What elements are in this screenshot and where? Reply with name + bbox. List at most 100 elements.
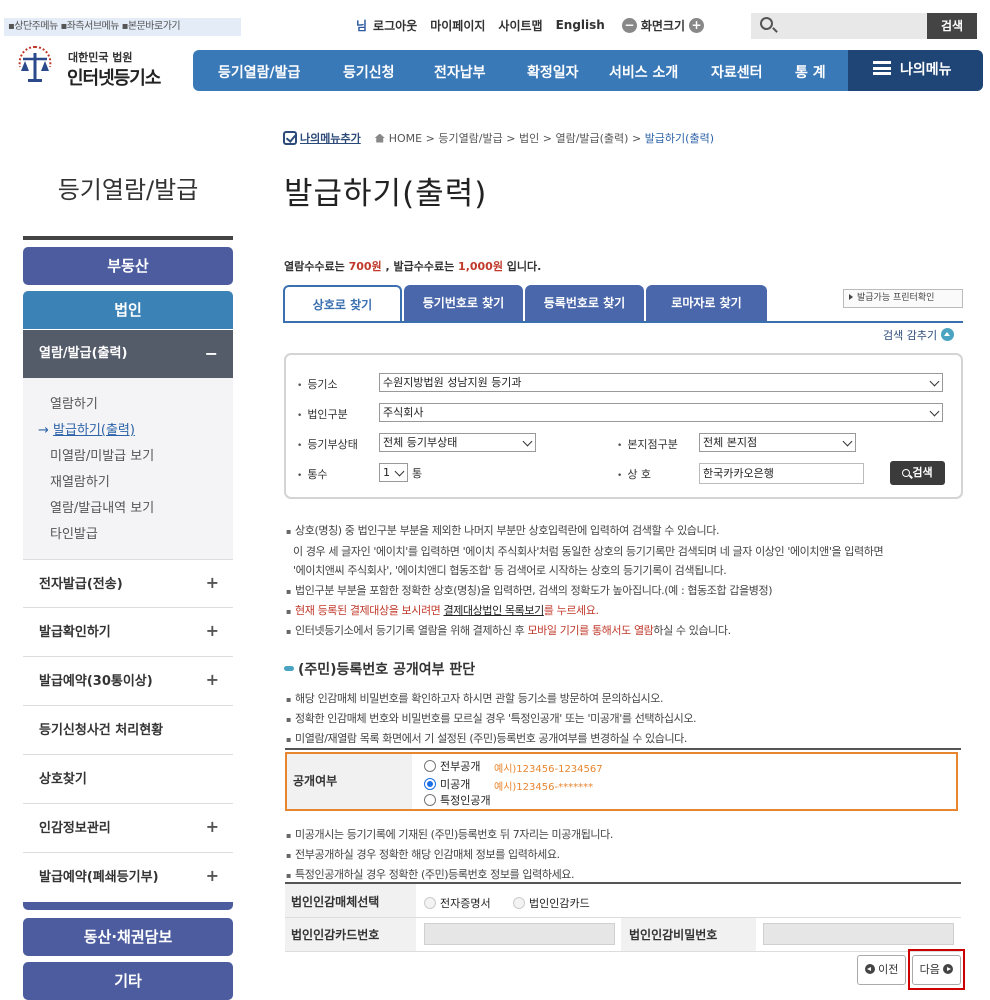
skip-navigation[interactable]: ▪상단주메뉴 ▪좌측서브메뉴 ▪본문바로가기 xyxy=(4,18,241,36)
search-icon xyxy=(902,469,911,477)
tab-reg-no[interactable]: 등록번호로 찾기 xyxy=(525,285,644,322)
note-3-pre: 현재 등록된 결제대상을 보시려면 xyxy=(295,604,444,617)
card-no-input[interactable] xyxy=(424,923,615,945)
section-bullet-icon xyxy=(284,666,294,671)
fee-post: 입니다. xyxy=(502,260,542,273)
corp-type-label: 법인구분 xyxy=(297,406,347,422)
expand-icon: + xyxy=(205,670,219,689)
seal-media-label: 법인인감매체선택 xyxy=(291,895,380,909)
submenu-unviewed[interactable]: 미열람/미발급 보기 xyxy=(50,445,154,464)
gnb-item-statistics[interactable]: 통 계 xyxy=(795,62,826,82)
crumb-level2[interactable]: 법인 xyxy=(519,130,539,146)
crumb-home[interactable]: HOME xyxy=(389,132,422,145)
expand-icon: + xyxy=(205,817,219,836)
radio-undisclosed[interactable]: 미공개 xyxy=(424,776,470,792)
arrow-right-icon xyxy=(849,294,853,300)
submenu-other-issue[interactable]: 타인발급 xyxy=(50,523,98,542)
form-search-label: 검색 xyxy=(912,466,933,479)
left-nav-closed-reserve[interactable]: 발급예약(폐쇄등기부) + xyxy=(23,853,233,902)
search-button[interactable]: 검색 xyxy=(927,13,977,39)
branch-select[interactable]: 전체 본지점 xyxy=(699,433,856,452)
status-label: 등기부상태 xyxy=(297,436,358,452)
gnb-item-data-center[interactable]: 자료센터 xyxy=(711,62,763,82)
submenu-history[interactable]: 열람/발급내역 보기 xyxy=(50,497,154,516)
corp-type-select[interactable]: 주식회사 xyxy=(379,403,943,422)
radio-specific[interactable]: 특정인공개 xyxy=(424,792,491,808)
submenu-view[interactable]: 열람하기 xyxy=(50,393,98,412)
disclosure-section-title: (주민)등록번호 공개여부 판단 xyxy=(284,659,475,679)
logo-site-name[interactable]: 인터넷등기소 xyxy=(67,64,161,90)
zoom-out-icon[interactable]: − xyxy=(621,17,637,33)
gnb-item-view-issue[interactable]: 등기열람/발급 xyxy=(218,62,300,82)
registry-select[interactable]: 수원지방법원 성남지원 등기과 xyxy=(379,373,943,392)
main-navigation: 등기열람/발급 등기신청 전자납부 확정일자 서비스 소개 자료센터 통 계 xyxy=(193,50,848,91)
left-nav-reserve[interactable]: 발급예약(30통이상) + xyxy=(23,657,233,706)
search-input[interactable] xyxy=(751,13,927,39)
hide-search-toggle[interactable]: 검색 감추기 xyxy=(883,327,955,343)
tab-registry-no[interactable]: 등기번호로 찾기 xyxy=(404,285,523,322)
radio-disclose-all[interactable]: 전부공개 xyxy=(424,758,480,774)
arrow-left-icon xyxy=(864,964,875,974)
left-nav-etc[interactable]: 기타 xyxy=(23,962,233,1000)
chevron-up-icon xyxy=(941,328,955,341)
english-link[interactable]: English xyxy=(556,18,605,32)
left-title-divider xyxy=(23,236,233,240)
gnb-item-service[interactable]: 서비스 소개 xyxy=(609,62,678,82)
left-nav-seal-info[interactable]: 인감정보관리 + xyxy=(23,804,233,853)
radio-seal-card[interactable]: 법인인감카드 xyxy=(513,895,590,911)
left-nav-movable[interactable]: 동산·채권담보 xyxy=(23,918,233,956)
disclosure-after-2: 전부공개하실 경우 정확한 해당 인감매체 정보를 입력하세요. xyxy=(286,846,560,862)
radio-e-cert[interactable]: 전자증명서 xyxy=(424,895,491,911)
corp-type-value: 주식회사 xyxy=(383,406,424,419)
crumb-level1[interactable]: 등기열람/발급 xyxy=(438,130,502,146)
left-nav-corp[interactable]: 법인 xyxy=(23,291,233,329)
add-my-menu-link[interactable]: 나의메뉴추가 xyxy=(300,130,361,146)
left-nav-name-search[interactable]: 상호찾기 xyxy=(23,755,233,804)
zoom-in-icon[interactable]: + xyxy=(689,17,705,33)
left-nav-e-issue[interactable]: 전자발급(전송) + xyxy=(23,559,233,608)
example-none: 예시)123456-******* xyxy=(494,782,594,793)
next-button[interactable]: 다음 xyxy=(912,955,961,985)
sitemap-link[interactable]: 사이트맵 xyxy=(498,17,542,34)
corp-menu-bottom xyxy=(23,902,233,910)
printer-check-label: 발급가능 프린터확인 xyxy=(857,293,935,303)
submenu-review[interactable]: 재열람하기 xyxy=(50,471,110,490)
left-nav-case-status[interactable]: 등기신청사건 처리현황 xyxy=(23,706,233,755)
left-nav-realestate[interactable]: 부동산 xyxy=(23,247,233,285)
my-menu-button[interactable]: 나의메뉴 xyxy=(848,50,983,91)
left-subhead-view-issue[interactable]: 열람/발급(출력) − xyxy=(23,330,233,378)
court-logo-icon[interactable] xyxy=(12,41,58,87)
subhead-label: 열람/발급(출력) xyxy=(39,346,128,361)
disclosure-after-3: 특정인공개하실 경우 정확한 (주민)등록번호 정보를 입력하세요. xyxy=(286,866,574,882)
radio-icon xyxy=(424,760,436,772)
logout-link[interactable]: 로그아웃 xyxy=(373,17,417,34)
pw-input[interactable] xyxy=(763,923,954,945)
prev-button[interactable]: 이전 xyxy=(857,955,906,985)
tab-roman[interactable]: 로마자로 찾기 xyxy=(646,285,767,322)
disclosure-label: 공개여부 xyxy=(287,754,412,809)
radio-undisclosed-label: 미공개 xyxy=(440,778,471,791)
status-select[interactable]: 전체 등기부상태 xyxy=(379,433,536,452)
nav-label: 발급확인하기 xyxy=(39,625,111,640)
radio-icon xyxy=(424,794,436,806)
gnb-item-fixed-date[interactable]: 확정일자 xyxy=(527,62,579,82)
crumb-level3[interactable]: 열람/발급(출력) xyxy=(555,130,628,146)
count-select[interactable]: 1 xyxy=(379,463,408,482)
form-search-button[interactable]: 검색 xyxy=(890,461,945,485)
payment-target-list-link[interactable]: 결제대상법인 목록보기 xyxy=(444,604,545,617)
tab-name-search[interactable]: 상호로 찾기 xyxy=(283,285,402,323)
branch-label: 본지점구분 xyxy=(617,436,678,452)
radio-disabled-icon xyxy=(513,897,525,909)
submenu-issue-current[interactable]: → 발급하기(출력) xyxy=(38,419,135,438)
disclosure-title-label: (주민)등록번호 공개여부 판단 xyxy=(298,662,476,678)
printer-check-button[interactable]: 발급가능 프린터확인 xyxy=(843,289,963,308)
gnb-item-application[interactable]: 등기신청 xyxy=(343,62,395,82)
nav-label: 인감정보관리 xyxy=(39,821,111,836)
company-name-input[interactable]: 한국카카오은행 xyxy=(699,463,864,484)
table-top-border xyxy=(285,748,961,750)
logo-court-name[interactable]: 대한민국 법원 xyxy=(68,49,133,65)
left-nav-issue-check[interactable]: 발급확인하기 + xyxy=(23,608,233,657)
mypage-link[interactable]: 마이페이지 xyxy=(430,17,485,34)
breadcrumb: 나의메뉴추가 HOME > 등기열람/발급 > 법인 > 열람/발급(출력) >… xyxy=(283,130,714,146)
gnb-item-payment[interactable]: 전자납부 xyxy=(434,62,486,82)
